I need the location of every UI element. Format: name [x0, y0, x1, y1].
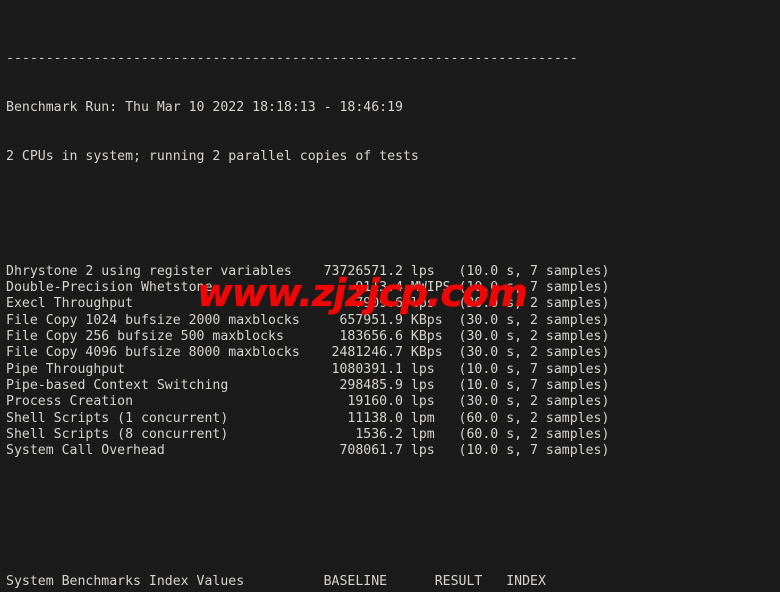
benchmark-result-row: Shell Scripts (8 concurrent) 1536.2 lpm … — [6, 426, 610, 442]
raw-results-block: Dhrystone 2 using register variables 737… — [6, 264, 780, 460]
benchmark-result-row: Dhrystone 2 using register variables 737… — [6, 263, 610, 279]
cpu-info-line: 2 CPUs in system; running 2 parallel cop… — [6, 149, 419, 165]
index-table-header-row: System Benchmarks Index Values BASELINE … — [6, 574, 546, 590]
benchmark-result-row: Pipe Throughput 1080391.1 lps (10.0 s, 7… — [6, 361, 610, 377]
benchmark-result-row: Process Creation 19160.0 lps (30.0 s, 2 … — [6, 394, 610, 410]
benchmark-result-row: File Copy 1024 bufsize 2000 maxblocks 65… — [6, 312, 610, 328]
benchmark-result-row: File Copy 256 bufsize 500 maxblocks 1836… — [6, 328, 610, 344]
benchmark-result-row: Execl Throughput 7909.6 lps (30.0 s, 2 s… — [6, 296, 610, 312]
benchmark-result-row: Shell Scripts (1 concurrent) 11138.0 lpm… — [6, 410, 610, 426]
top-separator-line: ----------------------------------------… — [6, 51, 578, 67]
terminal-output: ----------------------------------------… — [0, 0, 780, 592]
benchmark-run-line: Benchmark Run: Thu Mar 10 2022 18:18:13 … — [6, 100, 403, 116]
benchmark-result-row: File Copy 4096 bufsize 8000 maxblocks 24… — [6, 345, 610, 361]
benchmark-result-row: Double-Precision Whetstone 9113.4 MWIPS … — [6, 279, 610, 295]
benchmark-result-row: System Call Overhead 708061.7 lps (10.0 … — [6, 443, 610, 459]
benchmark-result-row: Pipe-based Context Switching 298485.9 lp… — [6, 377, 610, 393]
